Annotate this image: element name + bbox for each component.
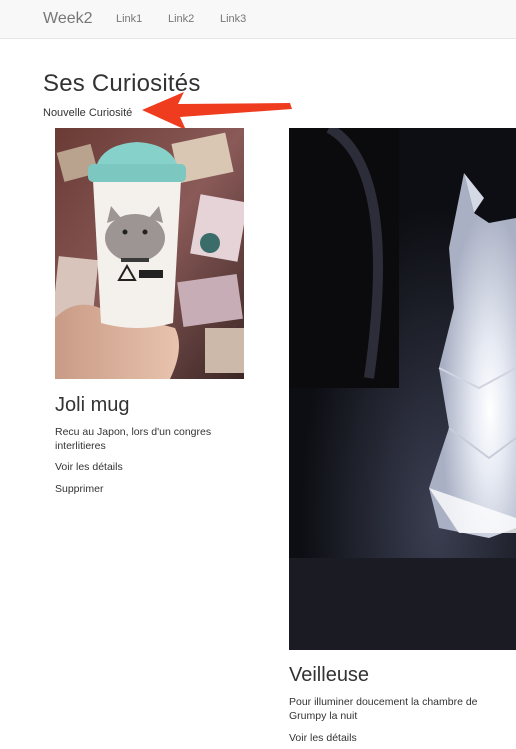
- top-navbar: Week2 Link1 Link2 Link3: [0, 0, 516, 39]
- nav-link-3[interactable]: Link3: [220, 13, 246, 25]
- nav-link-2[interactable]: Link2: [168, 13, 194, 25]
- card-description-veilleuse: Pour illuminer doucement la chambre de G…: [289, 696, 478, 722]
- cat-lamp-photo: [289, 128, 516, 650]
- card-description-mug: Recu au Japon, lors d'un congres interli…: [55, 426, 212, 452]
- arrow-shape: [142, 92, 292, 130]
- view-details-link-mug[interactable]: Voir les détails: [55, 461, 123, 473]
- view-details-link-veilleuse[interactable]: Voir les détails: [289, 732, 357, 744]
- card-title-veilleuse: Veilleuse: [289, 664, 370, 686]
- card-title-mug: Joli mug: [55, 394, 130, 416]
- mug-photo: [55, 128, 244, 379]
- nav-link-1[interactable]: Link1: [116, 13, 142, 25]
- navbar-brand[interactable]: Week2: [43, 10, 93, 28]
- red-arrow-annotation: [142, 92, 292, 130]
- delete-link-mug[interactable]: Supprimer: [55, 483, 103, 495]
- new-curiosity-link[interactable]: Nouvelle Curiosité: [43, 107, 132, 119]
